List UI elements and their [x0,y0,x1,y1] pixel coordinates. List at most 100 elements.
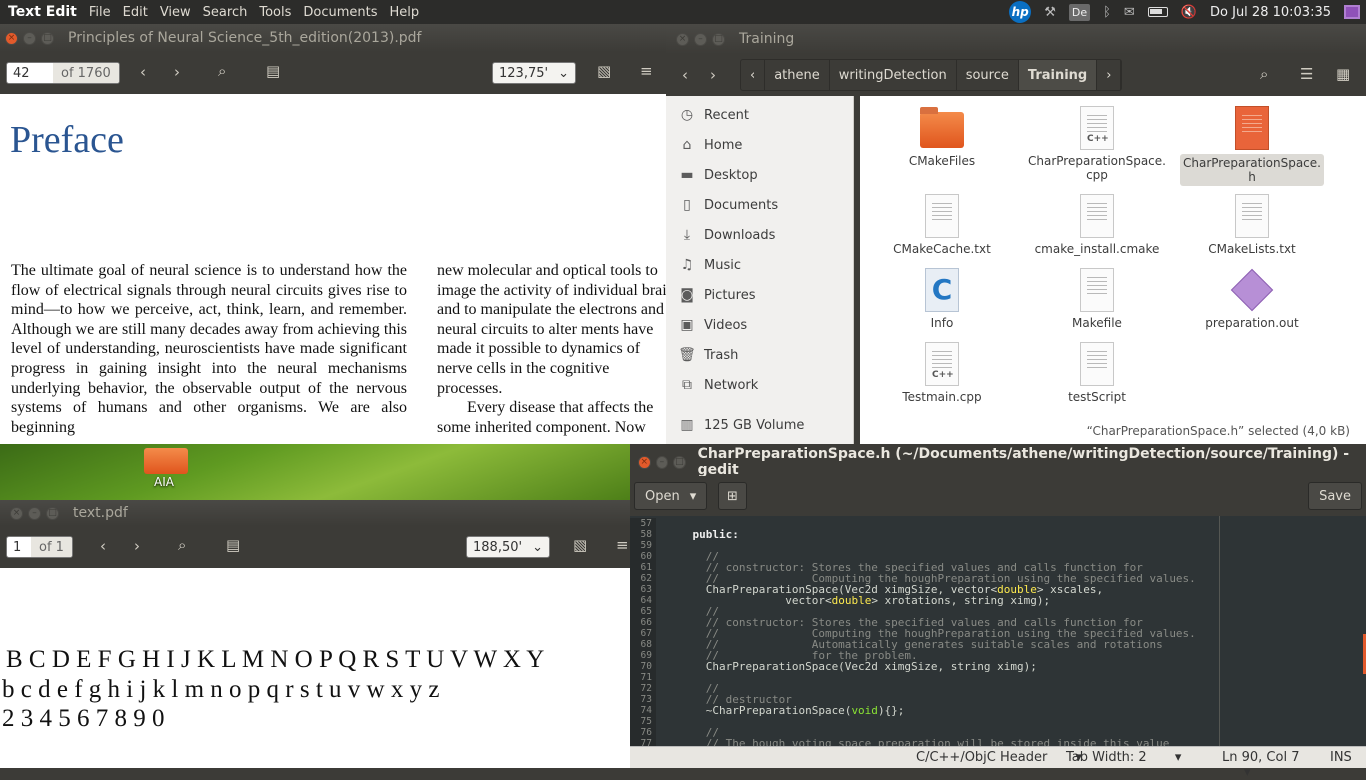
file-item[interactable]: C Info [870,268,1014,330]
close-icon[interactable]: × [10,506,23,520]
breadcrumb-training[interactable]: Training [1018,60,1098,90]
music-icon: ♫ [680,257,694,273]
keyboard-layout-indicator[interactable]: De [1068,3,1091,21]
new-tab-button[interactable]: ⊞ [718,482,747,510]
breadcrumb-right-arrow-icon[interactable]: › [1097,60,1122,90]
save-button[interactable]: Save [1308,482,1362,510]
close-icon[interactable]: × [5,31,18,45]
minimize-icon[interactable]: – [655,455,669,469]
file-item[interactable]: C++ Testmain.cpp [870,342,1014,404]
file-item[interactable]: testScript [1025,342,1169,404]
annotations-icon[interactable]: ▤ [266,62,280,80]
sidebar-item-videos[interactable]: ▣ Videos [666,310,853,340]
annotations-icon[interactable]: ▤ [226,536,240,554]
sidebar-item-trash[interactable]: 🗑 Trash [666,340,853,370]
list-view-icon[interactable]: ☰ [1300,65,1313,83]
close-icon[interactable]: × [676,32,689,46]
sidebar-item-label: Documents [704,197,779,213]
evince2-document-view[interactable]: B C D E F G H I J K L M N O P Q R S T U … [0,568,630,768]
sidebar-item-volume[interactable]: ▥ 125 GB Volume [666,410,853,440]
cursor-position-label: Ln 90, Col 7 [1222,750,1300,765]
maximize-icon[interactable]: □ [41,31,54,45]
minimize-icon[interactable]: – [23,31,36,45]
grid-view-icon[interactable]: ▦ [1336,65,1350,83]
previous-page-icon[interactable]: ‹ [100,537,106,555]
gedit-titlebar[interactable]: × – □ CharPreparationSpace.h (~/Document… [630,446,1366,478]
document-properties-icon[interactable]: ▧ [573,536,587,554]
hp-icon[interactable]: hp [1009,1,1032,23]
zoom-selector[interactable]: 188,50' ⌄ [466,536,550,558]
menu-edit[interactable]: Edit [117,5,154,20]
page-selector[interactable]: 1 of 1 [6,536,73,558]
menu-documents[interactable]: Documents [297,5,383,20]
minimize-icon[interactable]: – [28,506,41,520]
menu-view[interactable]: View [154,5,197,20]
file-item[interactable]: preparation.out [1180,268,1324,330]
evince2-titlebar[interactable]: × – □ text.pdf [0,500,630,526]
forward-icon[interactable]: › [710,66,716,84]
line-number: 67 [640,628,652,639]
zoom-selector[interactable]: 123,75' ⌄ [492,62,576,84]
file-item[interactable]: cmake_install.cmake [1025,194,1169,256]
breadcrumb-athene[interactable]: athene [765,60,830,90]
hamburger-menu-icon[interactable]: ≡ [640,62,653,80]
maximize-icon[interactable]: □ [673,455,686,469]
sidebar-item-documents[interactable]: ▯ Documents [666,190,853,220]
code-editor[interactable]: 57 58 59 60 61 62 63 64 65 66 67 68 69 70 71 72 73 74 75 76… [630,516,1366,746]
maximize-icon[interactable]: □ [46,506,59,520]
page-selector[interactable]: 42 of 1760 [6,62,120,84]
sidebar-item-recent[interactable]: ◷ Recent [666,100,853,130]
insert-mode[interactable]: INS [1318,750,1364,765]
back-icon[interactable]: ‹ [682,66,688,84]
maximize-icon[interactable]: □ [712,32,725,46]
menu-help[interactable]: Help [384,5,426,20]
next-page-icon[interactable]: › [174,63,180,81]
file-item[interactable]: CMakeLists.txt [1180,194,1324,256]
search-icon[interactable]: ⌕ [1260,65,1268,83]
files-titlebar[interactable]: × – □ Training [666,24,1366,54]
search-icon[interactable]: ⌕ [178,536,186,554]
volume-icon[interactable]: 🔇 [1181,5,1197,20]
sidebar-item-home[interactable]: ⌂ Home [666,130,853,160]
line-number: 65 [640,606,652,617]
sidebar-item-network[interactable]: ⧉ Network [666,370,853,400]
next-page-icon[interactable]: › [134,537,140,555]
session-icon[interactable] [1344,5,1360,19]
previous-page-icon[interactable]: ‹ [140,63,146,81]
sidebar-item-pictures[interactable]: ◙ Pictures [666,280,853,310]
bluetooth-icon[interactable]: ᛒ [1103,5,1111,20]
file-item[interactable]: C++ CharPreparationSpace. cpp [1025,106,1169,182]
page-number-input[interactable]: 42 [7,65,53,81]
clock[interactable]: Do Jul 28 10:03:35 [1210,5,1331,20]
file-item[interactable]: Makefile [1025,268,1169,330]
breadcrumb-source[interactable]: source [957,60,1019,90]
document-properties-icon[interactable]: ▧ [597,62,611,80]
evince1-document-view[interactable]: Preface The ultimate goal of neural scie… [0,94,666,444]
battery-icon[interactable] [1147,7,1168,17]
file-item[interactable]: CMakeCache.txt [870,194,1014,256]
sidebar-item-downloads[interactable]: ⤓ Downloads [666,220,853,250]
desktop-icon-label[interactable]: AIA [154,475,174,489]
folder-icon[interactable] [144,448,188,474]
menu-file[interactable]: File [83,5,117,20]
sidebar-item-music[interactable]: ♫ Music [666,250,853,280]
minimize-icon[interactable]: – [694,32,707,46]
sidebar-item-desktop[interactable]: ▬ Desktop [666,160,853,190]
menu-search[interactable]: Search [197,5,254,20]
menu-tools[interactable]: Tools [253,5,297,20]
evince1-titlebar[interactable]: × – □ Principles of Neural Science_5th_e… [0,24,666,52]
tab-width-selector[interactable]: Tab Width: 2 ▾ [1042,750,1205,765]
file-item[interactable]: CharPreparationSpace. h [1180,106,1324,186]
file-label: Info [930,316,954,330]
close-icon[interactable]: × [638,455,651,469]
search-icon[interactable]: ⌕ [218,62,226,80]
hamburger-menu-icon[interactable]: ≡ [616,536,629,554]
mail-icon[interactable]: ✉ [1124,5,1135,20]
open-button[interactable]: Open ▾ [634,482,708,510]
file-item[interactable]: CMakeFiles [870,106,1014,168]
breadcrumb-writingdetection[interactable]: writingDetection [830,60,957,90]
page-number-input[interactable]: 1 [7,539,31,555]
tool-icon[interactable]: ⚒ [1044,5,1056,20]
open-button-label: Open [645,488,680,504]
breadcrumb-left-arrow-icon[interactable]: ‹ [741,60,766,90]
